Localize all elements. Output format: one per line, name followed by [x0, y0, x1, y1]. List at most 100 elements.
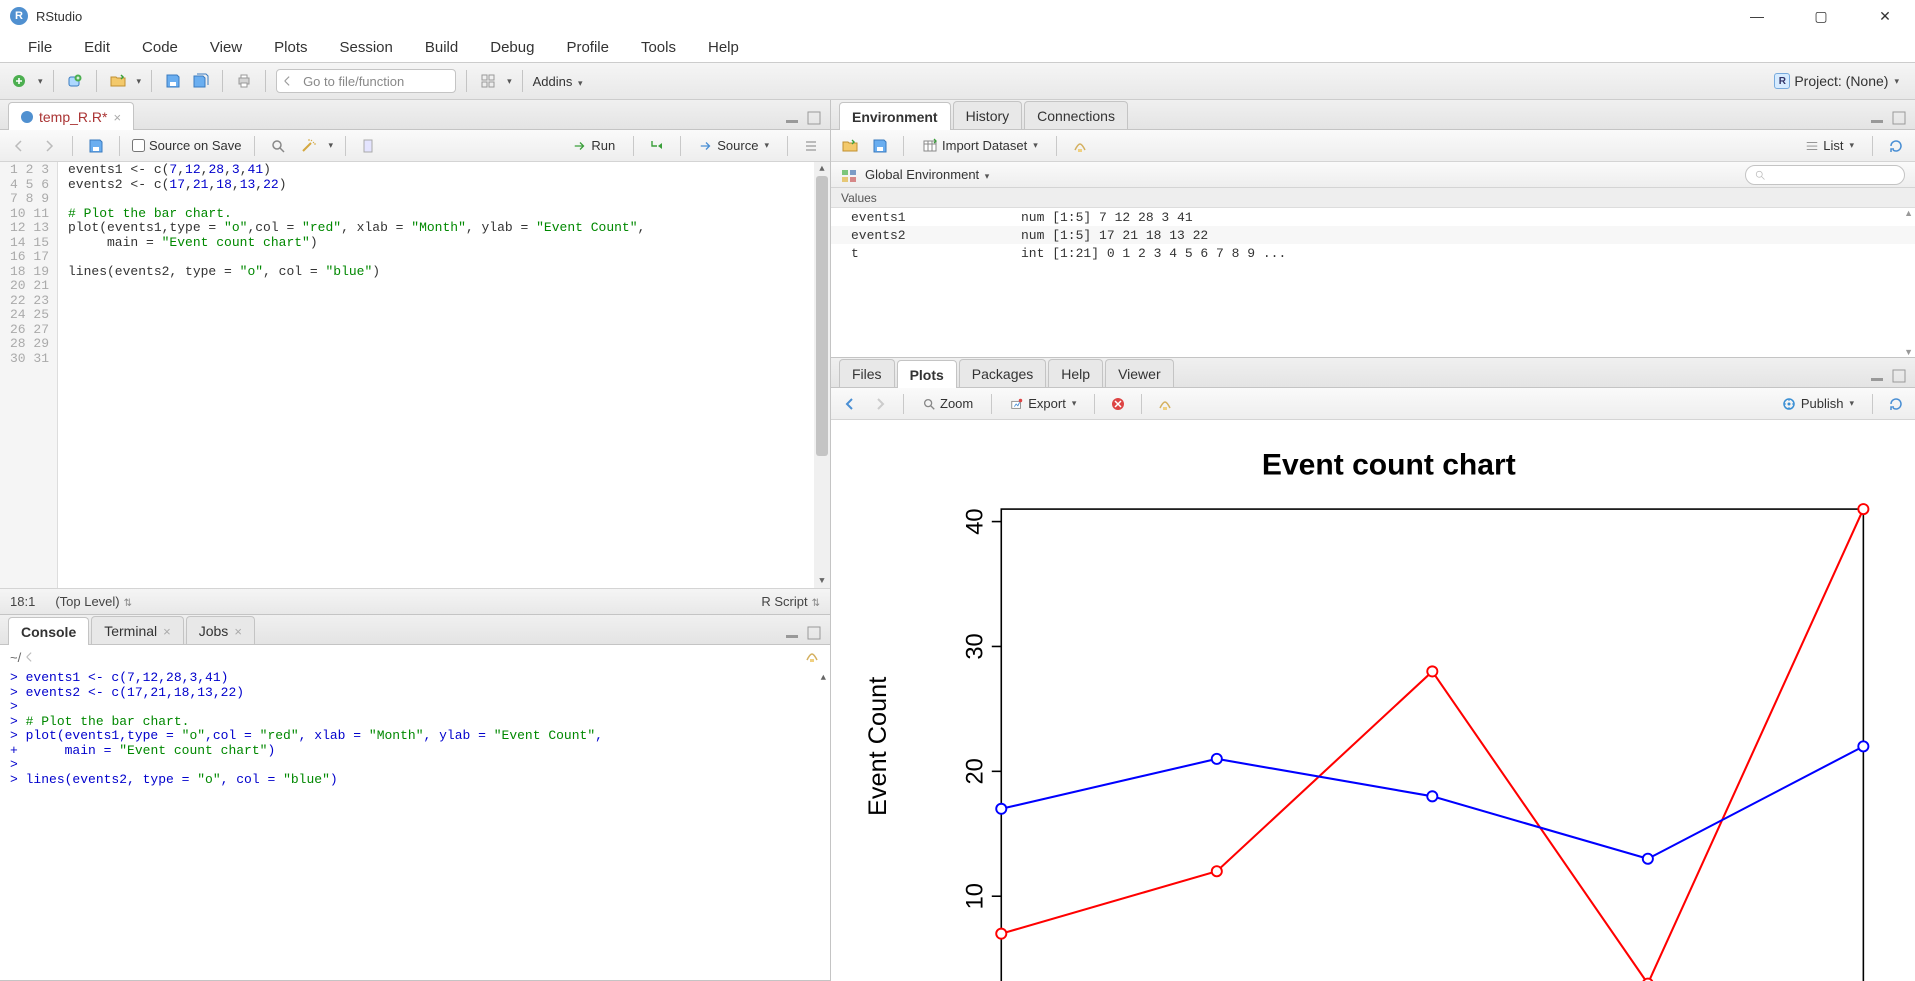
- env-scope-selector[interactable]: Global Environment ▾: [865, 167, 989, 182]
- save-all-icon[interactable]: [190, 70, 212, 92]
- close-icon[interactable]: ×: [163, 624, 171, 639]
- list-view-button[interactable]: List ▾: [1799, 136, 1860, 155]
- tab-files[interactable]: Files: [839, 359, 895, 387]
- find-icon[interactable]: [267, 135, 289, 157]
- main-toolbar: ▾ ▾ Go to file/function ▾ Addins ▾ R Pro…: [0, 62, 1915, 100]
- plots-toolbar: Zoom Export ▾ Publish ▾: [831, 388, 1915, 420]
- minimize-pane-icon[interactable]: [784, 110, 800, 129]
- clear-plots-icon[interactable]: [1154, 393, 1176, 415]
- env-search-input[interactable]: [1745, 165, 1905, 185]
- save-icon[interactable]: [162, 70, 184, 92]
- save-workspace-icon[interactable]: [869, 135, 891, 157]
- tab-help[interactable]: Help: [1048, 359, 1103, 387]
- code-editor[interactable]: 1 2 3 4 5 6 7 8 9 10 11 12 13 14 15 16 1…: [0, 162, 830, 588]
- menu-tools[interactable]: Tools: [627, 35, 690, 60]
- env-toolbar: Import Dataset ▾ List ▾: [831, 130, 1915, 162]
- next-plot-icon[interactable]: [869, 393, 891, 415]
- open-file-icon[interactable]: [107, 70, 129, 92]
- menu-code[interactable]: Code: [128, 35, 192, 60]
- scroll-down-icon[interactable]: ▼: [1904, 347, 1913, 357]
- prev-plot-icon[interactable]: [839, 393, 861, 415]
- import-dataset-button[interactable]: Import Dataset ▾: [916, 136, 1044, 156]
- tab-console[interactable]: Console: [8, 617, 89, 645]
- clear-console-icon[interactable]: [804, 648, 820, 667]
- tab-connections[interactable]: Connections: [1024, 101, 1128, 129]
- source-pane: temp_R.R* × Source on Save ▾: [0, 100, 830, 615]
- source-on-save-checkbox[interactable]: Source on Save: [132, 138, 242, 153]
- close-button[interactable]: ✕: [1865, 8, 1905, 25]
- back-icon[interactable]: [8, 135, 30, 157]
- rerun-icon[interactable]: [646, 135, 668, 157]
- language-selector[interactable]: R Script⇅: [761, 594, 820, 609]
- maximize-pane-icon[interactable]: [806, 625, 822, 644]
- refresh-plot-icon[interactable]: [1885, 393, 1907, 415]
- values-header: Values: [831, 188, 1915, 208]
- plot-canvas: Event count chart1234510203040MonthEvent…: [851, 430, 1895, 981]
- forward-icon[interactable]: [38, 135, 60, 157]
- chevron-down-icon[interactable]: ▾: [38, 76, 43, 87]
- go-to-file-input[interactable]: Go to file/function: [276, 69, 456, 93]
- outline-icon[interactable]: [800, 135, 822, 157]
- addins-button[interactable]: Addins ▾: [533, 74, 583, 89]
- tab-viewer[interactable]: Viewer: [1105, 359, 1174, 387]
- title-bar: R RStudio — ▢ ✕: [0, 0, 1915, 32]
- notebook-icon[interactable]: [358, 135, 380, 157]
- new-project-icon[interactable]: [64, 70, 86, 92]
- editor-scrollbar[interactable]: ▲ ▼: [814, 162, 830, 588]
- menu-build[interactable]: Build: [411, 35, 472, 60]
- menu-profile[interactable]: Profile: [552, 35, 623, 60]
- minimize-pane-icon[interactable]: [784, 625, 800, 644]
- line-gutter: 1 2 3 4 5 6 7 8 9 10 11 12 13 14 15 16 1…: [0, 162, 58, 588]
- remove-plot-icon[interactable]: [1107, 393, 1129, 415]
- console-output[interactable]: > events1 <- c(7,12,28,3,41) > events2 <…: [0, 669, 830, 980]
- env-row[interactable]: tint [1:21] 0 1 2 3 4 5 6 7 8 9 ...: [831, 244, 1915, 262]
- minimize-button[interactable]: —: [1737, 8, 1777, 25]
- new-file-icon[interactable]: [8, 70, 30, 92]
- menu-plots[interactable]: Plots: [260, 35, 321, 60]
- menu-file[interactable]: File: [14, 35, 66, 60]
- global-env-icon: [841, 167, 857, 183]
- minimize-pane-icon[interactable]: [1869, 110, 1885, 129]
- zoom-button[interactable]: Zoom: [916, 394, 979, 413]
- source-button[interactable]: Source ▾: [693, 136, 775, 155]
- chevron-down-icon[interactable]: ▾: [507, 76, 512, 87]
- project-selector[interactable]: R Project: (None) ▾: [1774, 73, 1907, 89]
- grid-icon[interactable]: [477, 70, 499, 92]
- editor-tab-label: temp_R.R*: [39, 109, 107, 125]
- run-button[interactable]: Run: [567, 136, 621, 155]
- chevron-down-icon[interactable]: ▾: [137, 76, 142, 87]
- env-row[interactable]: events2num [1:5] 17 21 18 13 22: [831, 226, 1915, 244]
- tab-jobs[interactable]: Jobs×: [186, 616, 255, 644]
- clear-workspace-icon[interactable]: [1069, 135, 1091, 157]
- menu-edit[interactable]: Edit: [70, 35, 124, 60]
- close-tab-icon[interactable]: ×: [113, 110, 121, 125]
- menu-debug[interactable]: Debug: [476, 35, 548, 60]
- menu-session[interactable]: Session: [326, 35, 407, 60]
- chevron-down-icon[interactable]: ▾: [329, 140, 334, 151]
- close-icon[interactable]: ×: [234, 624, 242, 639]
- tab-environment[interactable]: Environment: [839, 102, 951, 130]
- save-icon[interactable]: [85, 135, 107, 157]
- editor-tab[interactable]: temp_R.R* ×: [8, 102, 134, 130]
- publish-button[interactable]: Publish ▾: [1775, 394, 1860, 414]
- tab-history[interactable]: History: [953, 101, 1023, 129]
- maximize-button[interactable]: ▢: [1801, 8, 1841, 25]
- refresh-icon[interactable]: [1885, 135, 1907, 157]
- maximize-pane-icon[interactable]: [1891, 110, 1907, 129]
- env-row[interactable]: events1num [1:5] 7 12 28 3 41: [831, 208, 1915, 226]
- print-icon[interactable]: [233, 70, 255, 92]
- open-workspace-icon[interactable]: [839, 135, 861, 157]
- minimize-pane-icon[interactable]: [1869, 368, 1885, 387]
- maximize-pane-icon[interactable]: [1891, 368, 1907, 387]
- scope-selector[interactable]: (Top Level)⇅: [55, 594, 132, 609]
- code-area[interactable]: events1 <- c(7,12,28,3,41) events2 <- c(…: [58, 162, 814, 588]
- tab-packages[interactable]: Packages: [959, 359, 1046, 387]
- scroll-up-icon[interactable]: ▲: [1904, 208, 1913, 218]
- maximize-pane-icon[interactable]: [806, 110, 822, 129]
- menu-help[interactable]: Help: [694, 35, 753, 60]
- tab-plots[interactable]: Plots: [897, 360, 957, 388]
- tab-terminal[interactable]: Terminal×: [91, 616, 184, 644]
- menu-view[interactable]: View: [196, 35, 256, 60]
- wand-icon[interactable]: [297, 135, 319, 157]
- export-button[interactable]: Export ▾: [1004, 394, 1082, 413]
